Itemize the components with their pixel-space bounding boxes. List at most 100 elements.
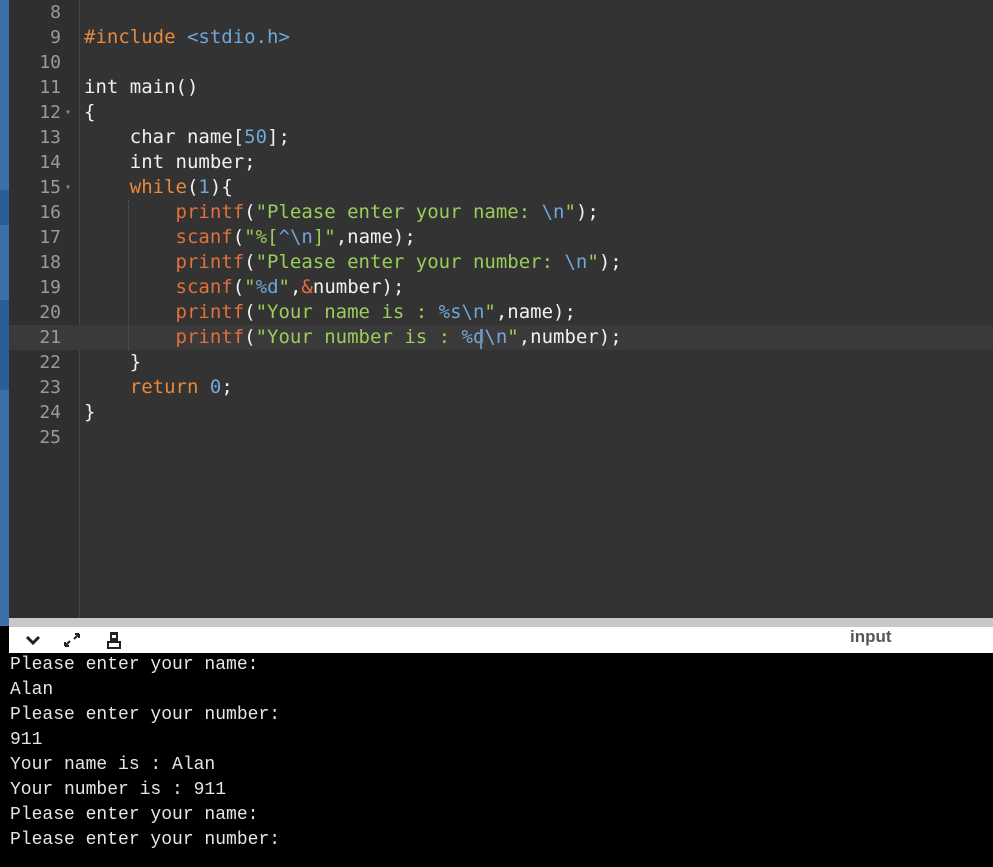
code-line[interactable]: 15 ▾ while(1){ [9,175,993,200]
code-token: ( [232,226,245,248]
code-token: number); [312,276,405,298]
code-line[interactable]: 12 ▾ { [9,100,993,125]
text-cursor [480,329,482,349]
line-number: 15 [39,177,61,198]
indent-guide [128,200,129,350]
panel-splitter[interactable] [9,618,993,627]
code-token: %d [255,276,279,298]
code-token: return [129,376,199,398]
line-number: 20 [39,302,61,323]
code-token: " [484,301,496,323]
code-token: ( [244,301,256,323]
code-token: } [84,401,96,423]
code-token: 0 [209,376,222,398]
code-text: printf("Your number is : %d\n",number); [84,325,622,350]
code-token: " [278,276,290,298]
chevron-down-icon[interactable] [22,630,44,650]
line-number: 18 [39,252,61,273]
code-token: int number; [84,151,256,173]
code-line[interactable]: 23 return 0; [9,375,993,400]
code-token: 1 [198,176,210,198]
code-line[interactable]: 22 } [9,350,993,375]
clear-console-icon[interactable] [103,630,125,650]
code-token: int main() [84,76,199,98]
line-number: 23 [39,377,61,398]
code-token: " [244,276,256,298]
line-number: 17 [39,227,61,248]
code-token: & [301,276,313,298]
code-text: scanf("%d",&number); [84,275,405,300]
code-line[interactable]: 21 printf("Your number is : %d\n",number… [9,325,993,350]
fold-arrow-icon[interactable]: ▾ [65,100,71,125]
code-token: " [564,201,576,223]
code-line[interactable]: 20 printf("Your name is : %s\n",name); [9,300,993,325]
code-text: int number; [84,150,256,175]
code-line[interactable]: 17 scanf("%[^\n]",name); [9,225,993,250]
code-token: printf [175,251,245,273]
line-number: 16 [39,202,61,223]
line-number: 13 [39,127,61,148]
console-line: 911 [10,730,43,750]
left-side-panel-strip [0,0,9,626]
code-text: } [84,350,141,375]
code-text: scanf("%[^\n]",name); [84,225,416,250]
code-token: <stdio.h> [186,26,290,48]
code-token: ( [244,201,256,223]
code-text: int main() [84,75,198,100]
code-token: while [129,176,187,198]
code-token: char name[ [84,126,245,148]
line-number: 9 [50,27,61,48]
code-token: "Your name is : [255,301,439,323]
code-token: ]" [312,226,336,248]
fold-arrow-icon[interactable]: ▾ [65,175,71,200]
line-number: 21 [39,327,61,348]
code-token: \n [564,251,588,273]
code-token: printf [175,326,245,348]
code-token: printf [175,201,245,223]
console-line: Please enter your name: [10,655,259,675]
console-toolbar: input [9,627,993,653]
code-line[interactable]: 19 scanf("%d",&number); [9,275,993,300]
code-line[interactable]: 14 int number; [9,150,993,175]
code-text: while(1){ [84,175,233,200]
code-line[interactable]: 13 char name[50]; [9,125,993,150]
code-token: %d\n [461,326,508,348]
code-line[interactable]: 18 printf("Please enter your number: \n"… [9,250,993,275]
code-line[interactable]: 11 int main() [9,75,993,100]
code-token: ; [221,376,233,398]
input-tab[interactable]: input [850,627,892,647]
line-number: 24 [39,402,61,423]
code-line[interactable]: 24} [9,400,993,425]
line-number: 11 [39,77,61,98]
code-line[interactable]: 25 [9,425,993,450]
code-line[interactable]: 9 #include <stdio.h> [9,25,993,50]
code-token: "Please enter your number: [255,251,565,273]
code-editor[interactable]: 8 9 #include <stdio.h> 10 11 int main() 12 ▾{13… [9,0,993,618]
expand-arrows-icon[interactable] [61,630,83,650]
console-line: Your name is : Alan [10,755,216,775]
line-number: 14 [39,152,61,173]
console-line: Please enter your number: [10,705,281,725]
code-line[interactable]: 8 [9,0,993,25]
code-token: , [289,276,302,298]
code-token: ,name); [335,226,416,248]
code-token: 50 [244,126,268,148]
code-line[interactable]: 10 [9,50,993,75]
console-line: Your number is : 911 [10,780,227,800]
console-line: Please enter your number: [10,830,281,850]
console-output[interactable]: Please enter your name: Alan Please enter … [0,653,993,867]
code-token: " [507,326,519,348]
code-token: printf [175,301,245,323]
line-number: 22 [39,352,61,373]
code-token: ( [186,176,199,198]
console-line: Alan [10,680,54,700]
code-line[interactable]: 16 printf("Please enter your name: \n"); [9,200,993,225]
code-token: ); [598,251,622,273]
line-number: 10 [39,52,61,73]
code-token: ^\n [278,226,313,248]
code-token: ,number); [518,326,622,348]
